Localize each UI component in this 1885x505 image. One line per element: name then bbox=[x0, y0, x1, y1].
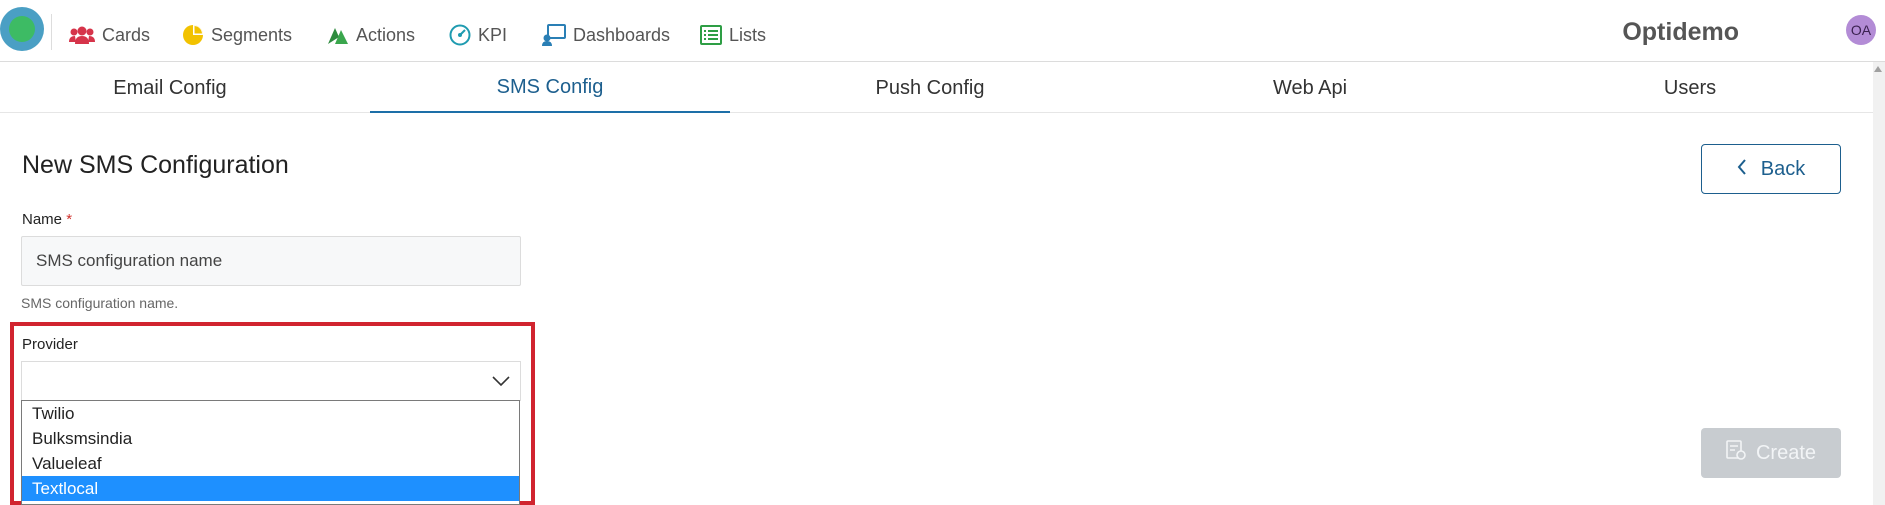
nav-lists[interactable]: Lists bbox=[700, 22, 766, 48]
provider-option-bulksmsindia[interactable]: Bulksmsindia bbox=[22, 426, 519, 451]
tab-email-config[interactable]: Email Config bbox=[0, 63, 340, 113]
required-mark: * bbox=[66, 211, 73, 228]
logo-divider bbox=[51, 14, 52, 50]
name-input[interactable]: SMS configuration name bbox=[21, 236, 521, 286]
nav-dashboards[interactable]: Dashboards bbox=[542, 22, 670, 48]
provider-dropdown-list: Twilio Bulksmsindia Valueleaf Textlocal bbox=[21, 400, 520, 505]
name-label: Name * bbox=[22, 211, 72, 228]
pie-chart-icon bbox=[182, 24, 204, 46]
users-icon bbox=[69, 25, 95, 45]
provider-label: Provider bbox=[22, 336, 78, 353]
page-title: New SMS Configuration bbox=[22, 151, 289, 179]
nav-lists-label: Lists bbox=[729, 24, 767, 45]
name-label-text: Name bbox=[22, 211, 63, 228]
nav-actions[interactable]: Actions bbox=[327, 22, 415, 48]
scrollbar[interactable] bbox=[1873, 62, 1885, 505]
dashboard-icon bbox=[542, 24, 566, 46]
nav-segments[interactable]: Segments bbox=[182, 22, 292, 48]
actions-icon bbox=[327, 25, 349, 45]
name-input-value: SMS configuration name bbox=[36, 251, 223, 270]
save-document-icon bbox=[1726, 440, 1746, 466]
create-button[interactable]: Create bbox=[1701, 428, 1841, 478]
nav-kpi[interactable]: KPI bbox=[449, 22, 507, 48]
provider-select[interactable] bbox=[21, 361, 521, 401]
back-button-label: Back bbox=[1760, 157, 1806, 180]
nav-cards[interactable]: Cards bbox=[69, 22, 150, 48]
provider-option-valueleaf[interactable]: Valueleaf bbox=[22, 451, 519, 476]
tab-web-api[interactable]: Web Api bbox=[1140, 63, 1480, 113]
tab-users[interactable]: Users bbox=[1520, 63, 1860, 113]
chevron-down-icon bbox=[492, 374, 510, 392]
name-help-text: SMS configuration name. bbox=[21, 295, 179, 311]
nav-kpi-label: KPI bbox=[478, 24, 508, 45]
gauge-icon bbox=[449, 24, 471, 46]
avatar[interactable]: OA bbox=[1846, 15, 1876, 45]
nav-dashboards-label: Dashboards bbox=[573, 24, 671, 45]
tab-sms-config[interactable]: SMS Config bbox=[370, 63, 730, 113]
scroll-up-arrow-icon[interactable] bbox=[1874, 66, 1882, 72]
list-icon bbox=[700, 25, 722, 45]
top-navbar: Cards Segments Actions KPI Dashboards Li… bbox=[0, 0, 1885, 62]
back-button[interactable]: Back bbox=[1701, 144, 1841, 194]
nav-cards-label: Cards bbox=[102, 24, 151, 45]
app-logo[interactable] bbox=[0, 7, 44, 51]
nav-actions-label: Actions bbox=[356, 24, 416, 45]
tab-push-config[interactable]: Push Config bbox=[760, 63, 1100, 113]
provider-option-twilio[interactable]: Twilio bbox=[22, 401, 519, 426]
brand-name: Optidemo bbox=[1622, 18, 1739, 46]
provider-option-textlocal[interactable]: Textlocal bbox=[22, 476, 519, 501]
create-button-label: Create bbox=[1755, 441, 1817, 464]
chevron-left-icon bbox=[1737, 158, 1747, 181]
nav-segments-label: Segments bbox=[211, 24, 293, 45]
config-tabs: Email Config SMS Config Push Config Web … bbox=[0, 63, 1873, 113]
